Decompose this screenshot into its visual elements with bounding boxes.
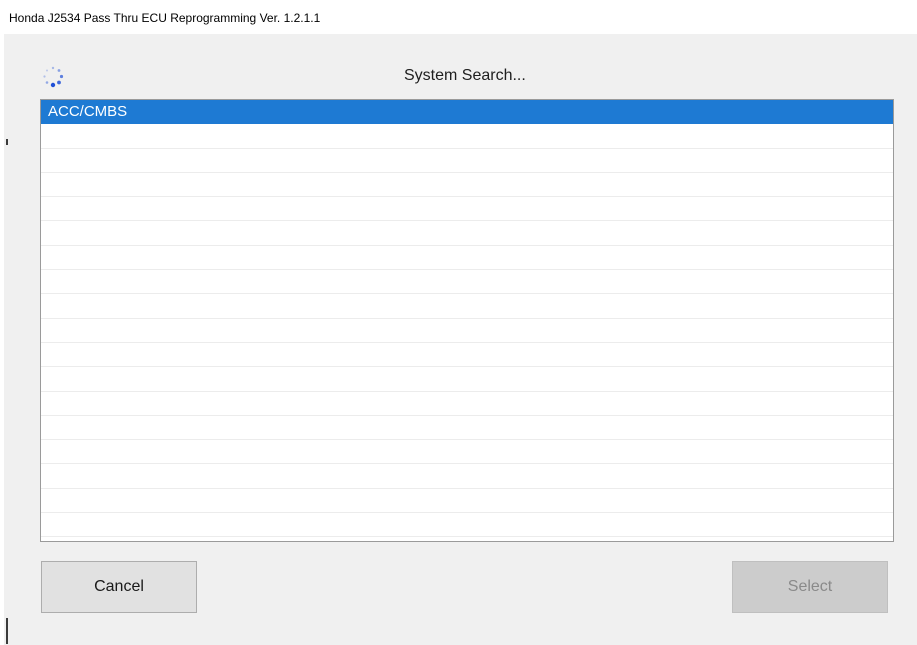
list-item-label: ACC/CMBS <box>48 103 128 120</box>
list-item[interactable] <box>41 221 893 246</box>
list-item[interactable] <box>41 392 893 416</box>
edge-mark <box>6 139 8 145</box>
list-item[interactable] <box>41 246 893 271</box>
title-bar: Honda J2534 Pass Thru ECU Reprogramming … <box>0 0 917 34</box>
status-row: System Search... <box>0 60 917 92</box>
list-item[interactable] <box>41 197 893 222</box>
list-item[interactable] <box>41 440 893 465</box>
list-item[interactable] <box>41 149 893 173</box>
edge-mark <box>6 618 8 644</box>
list-item[interactable] <box>41 270 893 295</box>
select-button[interactable]: Select <box>732 561 888 613</box>
list-item[interactable] <box>41 294 893 319</box>
system-listbox[interactable]: ACC/CMBS <box>40 99 894 542</box>
cancel-button[interactable]: Cancel <box>41 561 197 613</box>
loading-spinner-icon <box>43 66 64 88</box>
list-item[interactable] <box>41 513 893 538</box>
list-item[interactable] <box>41 173 893 198</box>
list-item[interactable] <box>41 489 893 514</box>
window-title: Honda J2534 Pass Thru ECU Reprogramming … <box>9 11 321 25</box>
list-item[interactable] <box>41 416 893 441</box>
status-text: System Search... <box>404 67 526 84</box>
window-left-edge <box>0 0 8 645</box>
list-item[interactable] <box>41 464 893 489</box>
app-window: Honda J2534 Pass Thru ECU Reprogramming … <box>0 0 917 645</box>
list-item[interactable] <box>41 124 893 149</box>
list-item[interactable]: ACC/CMBS <box>41 100 893 125</box>
list-item[interactable] <box>41 343 893 368</box>
list-item[interactable] <box>41 319 893 343</box>
list-item[interactable] <box>41 367 893 392</box>
